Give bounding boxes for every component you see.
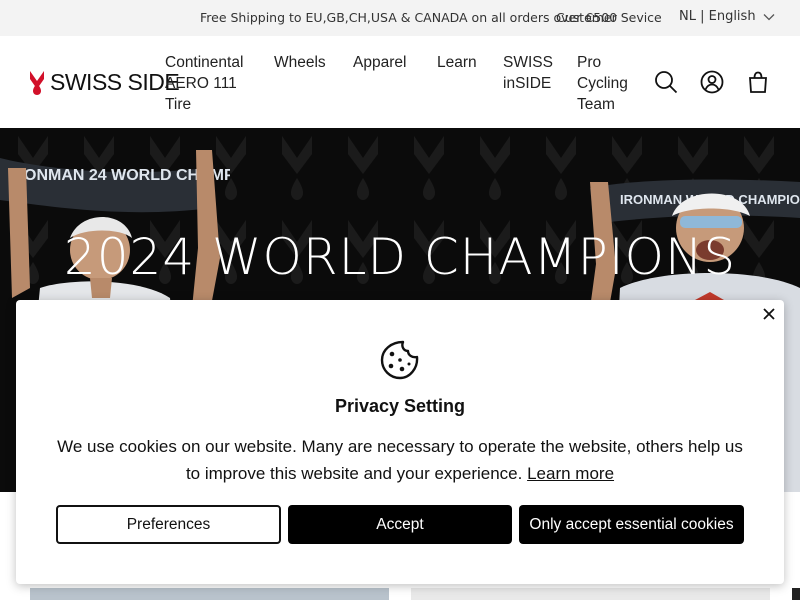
logo-mark-icon [30,71,44,95]
learn-more-link[interactable]: Learn more [527,464,614,483]
product-tile-left[interactable] [30,588,389,600]
customer-service-link[interactable]: Customer Sevice [556,10,662,25]
chevron-down-icon[interactable] [763,11,775,23]
logo-text: SWISS SIDE [50,68,180,95]
cart-icon[interactable] [746,70,770,94]
nav-item-continental-aero-111-tire[interactable]: Continental AERO 111 Tire [165,52,255,115]
site-logo[interactable]: SWISS SIDE [28,68,180,95]
site-header: SWISS SIDE Continental AERO 111 Tire Whe… [0,36,800,128]
accept-button[interactable]: Accept [288,505,512,544]
announcement-bar: Free Shipping to EU,GB,CH,USA & CANADA o… [0,0,800,36]
account-icon[interactable] [700,70,724,94]
accept-essential-cookies-button[interactable]: Only accept essential cookies [519,505,744,544]
hero-title: 2024 WORLD CHAMPIONS [63,228,737,286]
nav-item-apparel[interactable]: Apparel [353,52,406,73]
cookie-description-text: We use cookies on our website. Many are … [57,437,743,483]
nav-item-learn[interactable]: Learn [437,52,477,73]
nav-item-swiss-inside[interactable]: SWISS inSIDE [503,52,563,94]
product-tile-right[interactable] [411,588,770,600]
cookie-consent-dialog: Privacy Setting We use cookies on our we… [16,300,784,584]
cookie-description: We use cookies on our website. Many are … [56,433,744,487]
search-icon[interactable] [654,70,678,94]
preferences-button[interactable]: Preferences [56,505,281,544]
nav-item-pro-cycling-team[interactable]: Pro Cycling Team [577,52,637,115]
language-selector[interactable]: NL | English [679,9,756,24]
cookie-icon [380,340,419,380]
close-icon[interactable] [761,306,777,322]
privacy-setting-title: Privacy Setting [334,396,466,416]
nav-item-wheels[interactable]: Wheels [274,52,326,73]
shipping-notice: Free Shipping to EU,GB,CH,USA & CANADA o… [200,10,618,25]
product-tile-edge[interactable] [792,588,800,600]
